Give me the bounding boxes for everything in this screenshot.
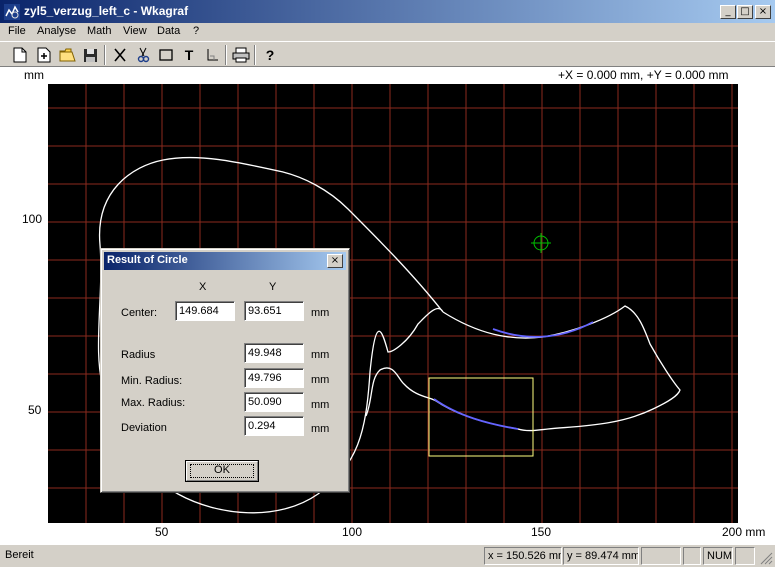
result-of-circle-dialog: Result of Circle × X Y Center: 149.684 9… (100, 248, 350, 493)
x-tick-label: 150 (531, 525, 552, 539)
y-unit-label: mm (24, 68, 44, 82)
minimize-button[interactable]: _ (720, 5, 736, 19)
unit-label: mm (311, 307, 330, 319)
status-pane-empty (641, 547, 681, 565)
menu-math[interactable]: Math (87, 25, 111, 37)
axes-icon[interactable] (202, 45, 222, 65)
x-tick-label: 50 (155, 525, 169, 539)
menu-view[interactable]: View (123, 25, 147, 37)
status-x-coordinate: x = 150.526 mm (484, 547, 562, 565)
unit-label: mm (311, 349, 330, 361)
y-tick-label: 100 (22, 212, 43, 226)
y-column-header: Y (269, 281, 277, 293)
focus-rectangle (190, 464, 254, 478)
menu-file[interactable]: File (8, 25, 26, 37)
close-button[interactable]: × (755, 5, 771, 19)
menu-data[interactable]: Data (157, 25, 180, 37)
fit-segment-upper (492, 321, 594, 338)
max-radius-field[interactable]: 50.090 (244, 392, 304, 412)
dialog-title-bar[interactable]: Result of Circle × (104, 252, 346, 270)
unit-label: mm (311, 423, 330, 435)
status-pane-empty (735, 547, 755, 565)
menu-bar: File Analyse Math View Data ? (0, 23, 775, 41)
toolbar-separator (254, 45, 256, 65)
help-icon[interactable]: ? (260, 45, 280, 65)
x-tick-label: 200 mm (722, 525, 766, 539)
app-icon (4, 4, 20, 20)
center-y-field[interactable]: 93.651 (244, 301, 304, 321)
window-title: zyl5_verzug_left_c - Wkagraf (24, 4, 189, 18)
save-disk-icon[interactable] (80, 45, 100, 65)
x-column-header: X (199, 281, 207, 293)
unit-label: mm (311, 374, 330, 386)
min-radius-label: Min. Radius: (121, 375, 183, 387)
add-file-icon[interactable] (34, 45, 54, 65)
radius-field[interactable]: 49.948 (244, 343, 304, 363)
dialog-title: Result of Circle (107, 254, 188, 266)
unit-label: mm (311, 399, 330, 411)
max-radius-label: Max. Radius: (121, 397, 186, 409)
status-text: Bereit (5, 549, 34, 561)
status-y-coordinate: y = 89.474 mm (563, 547, 639, 565)
toolbar-separator (225, 45, 227, 65)
coordinate-readout: +X = 0.000 mm, +Y = 0.000 mm (558, 68, 729, 82)
status-num: NUM (703, 547, 733, 565)
maximize-button[interactable]: □ (737, 5, 753, 19)
y-tick-label: 50 (28, 403, 42, 417)
x-tick-label: 100 (342, 525, 363, 539)
title-bar: zyl5_verzug_left_c - Wkagraf _ □ × (0, 0, 775, 23)
deviation-field[interactable]: 0.294 (244, 416, 304, 436)
trim-scissors-icon[interactable] (133, 45, 153, 65)
toolbar: T ? (0, 41, 775, 67)
open-folder-icon[interactable] (58, 45, 78, 65)
center-x-field[interactable]: 149.684 (175, 301, 235, 321)
print-icon[interactable] (231, 45, 251, 65)
radius-label: Radius (121, 349, 156, 361)
dialog-close-button[interactable]: × (327, 254, 343, 268)
status-bar: Bereit x = 150.526 mm y = 89.474 mm NUM (0, 545, 775, 567)
status-pane-empty (683, 547, 701, 565)
deviation-label: Deviation (121, 422, 167, 434)
text-icon[interactable]: T (179, 45, 199, 65)
fit-segment-lower (433, 398, 519, 430)
toolbar-separator (104, 45, 106, 65)
center-label: Center: (121, 307, 158, 319)
menu-analyse[interactable]: Analyse (37, 25, 76, 37)
cut-scissors-icon[interactable] (110, 45, 130, 65)
min-radius-field[interactable]: 49.796 (244, 368, 304, 388)
rectangle-icon[interactable] (156, 45, 176, 65)
menu-help[interactable]: ? (193, 25, 199, 37)
resize-grip-icon[interactable] (759, 551, 773, 565)
circle-center-marker (531, 233, 551, 253)
selection-rectangle (428, 377, 534, 457)
ok-button[interactable]: OK (185, 460, 259, 482)
new-file-icon[interactable] (10, 45, 30, 65)
